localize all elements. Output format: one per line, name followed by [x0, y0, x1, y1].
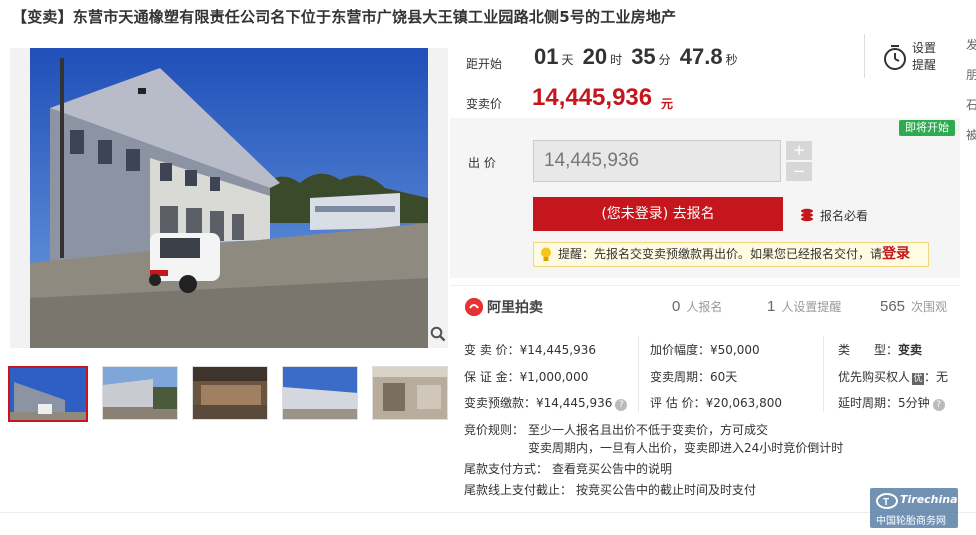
help-icon[interactable]: ?: [615, 399, 628, 411]
info-priority-label: 优先购买权人: [838, 370, 911, 384]
login-tip: 提醒：先报名交变卖预缴款再出价。如果您已经报名交付，请登录: [533, 242, 929, 267]
countdown-timer: 01 天 20 时 35 分 47.8 秒: [534, 44, 742, 70]
view-count-value: 565: [880, 298, 906, 315]
info-appraisal: 评 估 价：¥20,063,800: [650, 396, 782, 410]
info-delay: 延时周期：5分钟?: [838, 394, 945, 411]
alibaba-auction-logo-icon: [465, 298, 483, 316]
tip-text: 提醒：先报名交变卖预缴款再出价。如果您已经报名交付，请: [558, 247, 883, 261]
login-link[interactable]: 登录: [882, 246, 910, 262]
info-type: 类 型：变卖: [838, 341, 922, 358]
countdown-days-unit: 天: [561, 53, 574, 67]
divider: [864, 34, 865, 78]
zoom-icon[interactable]: [430, 326, 446, 342]
info-priority-value: ：无: [924, 370, 949, 384]
view-count-label: 次围观: [911, 300, 948, 314]
tirechina-logo-icon: T: [876, 492, 898, 510]
coins-icon: [800, 208, 816, 222]
reminder-label: 设置 提醒: [912, 40, 936, 74]
info-deposit: 保 证 金：¥1,000,000: [464, 370, 589, 384]
lightbulb-icon: [540, 247, 552, 262]
payment-deadline: 尾款线上支付截止： 按竞买公告中的截止时间及时支付: [464, 481, 756, 498]
divider: [450, 285, 960, 286]
edge-char: 朋: [966, 68, 976, 82]
thumbnail-3[interactable]: [192, 366, 268, 420]
countdown-seconds: 47.8: [679, 44, 723, 69]
payment-deadline-label: 尾款线上支付截止：: [464, 483, 573, 497]
signup-count-label: 人报名: [686, 300, 723, 314]
divider: [0, 512, 976, 513]
alibaba-auction-brand: 阿里拍卖: [465, 297, 543, 317]
reminder-count-value: 1: [767, 298, 776, 315]
rule-line-2: 变卖周期内，一旦有人出价，变卖即进入24小时竞价倒计时: [528, 441, 844, 455]
bid-label: 出 价: [468, 156, 496, 170]
reminder-line-2: 提醒: [912, 58, 937, 72]
info-type-label: 类 型：: [838, 343, 899, 357]
must-read-link[interactable]: 报名必看: [800, 207, 868, 224]
decrease-bid-button[interactable]: −: [786, 162, 812, 181]
payment-method-value[interactable]: 查看竞买公告中的说明: [552, 462, 672, 476]
reminder-count: 1 人设置提醒: [767, 298, 841, 315]
edge-char: 石: [966, 98, 976, 112]
status-badge: 即将开始: [899, 120, 955, 136]
help-icon[interactable]: ?: [932, 399, 945, 411]
auction-page: 【变卖】东营市天通橡塑有限责任公司名下位于东营市广饶县大王镇工业园路北侧5号的工…: [0, 0, 976, 535]
price-label: 变卖价: [466, 97, 503, 111]
watermark-line-1: Tirechina: [900, 493, 958, 506]
divider: [823, 336, 824, 412]
edge-char: 发: [966, 38, 976, 52]
thumbnail-2[interactable]: [102, 366, 178, 420]
payment-method: 尾款支付方式： 查看竞买公告中的说明: [464, 460, 672, 477]
bid-amount-input[interactable]: 14,445,936: [533, 140, 781, 182]
rule-line-1: 至少一人报名且出价不低于变卖价，方可成交: [528, 423, 769, 437]
countdown-seconds-unit: 秒: [725, 53, 738, 67]
info-delay-text: 延时周期：5分钟: [838, 396, 930, 410]
countdown-days: 01: [534, 44, 559, 69]
set-reminder-button[interactable]: 设置 提醒: [880, 40, 960, 80]
main-property-photo[interactable]: [10, 48, 448, 348]
view-count: 565 次围观: [880, 298, 947, 315]
countdown-minutes-unit: 分: [658, 53, 671, 67]
factory-photo: [10, 48, 448, 348]
thumbnail-4[interactable]: [282, 366, 358, 420]
info-prepayment: 变卖预缴款：¥14,445,936?: [464, 394, 628, 411]
info-period: 变卖周期：60天: [650, 370, 738, 384]
alarm-clock-icon: [884, 45, 906, 70]
right-edge-clipped-text: 发 朋 石 被: [966, 30, 976, 150]
rule-label: 竞价规则：: [464, 423, 525, 437]
countdown-label: 距开始: [466, 57, 503, 71]
info-priority-buyer: 优先购买权人优：无: [838, 368, 948, 385]
info-increment: 加价幅度：¥50,000: [650, 343, 760, 357]
reminder-count-label: 人设置提醒: [781, 300, 842, 314]
signup-button[interactable]: (您未登录) 去报名: [533, 197, 783, 231]
price-unit: 元: [661, 97, 674, 111]
edge-char: 被: [966, 128, 976, 142]
countdown-hours: 20: [582, 44, 608, 69]
priority-badge-icon: 优: [912, 373, 925, 385]
countdown-hours-unit: 时: [610, 53, 623, 67]
thumbnail-5[interactable]: [372, 366, 448, 420]
signup-count: 0 人报名: [672, 298, 722, 315]
payment-deadline-value: 按竞买公告中的截止时间及时支付: [576, 483, 757, 497]
info-sale-price: 变 卖 价：¥14,445,936: [464, 343, 596, 357]
current-price: 14,445,936: [532, 84, 653, 111]
thumbnail-1[interactable]: [8, 366, 88, 422]
divider: [638, 336, 639, 412]
must-read-label: 报名必看: [820, 209, 869, 223]
watermark: T Tirechina 中国轮胎商务网: [870, 488, 958, 528]
watermark-line-2: 中国轮胎商务网: [876, 516, 946, 527]
reminder-line-1: 设置: [912, 41, 937, 55]
brand-name: 阿里拍卖: [487, 300, 543, 316]
info-type-value: 变卖: [898, 343, 923, 357]
page-title: 【变卖】东营市天通橡塑有限责任公司名下位于东营市广饶县大王镇工业园路北侧5号的工…: [12, 8, 677, 26]
signup-count-value: 0: [672, 298, 681, 315]
payment-method-label: 尾款支付方式：: [464, 462, 549, 476]
increase-bid-button[interactable]: +: [786, 141, 812, 160]
svg-text:T: T: [883, 497, 889, 508]
info-prepayment-text: 变卖预缴款：¥14,445,936: [464, 396, 613, 410]
countdown-minutes: 35: [631, 44, 656, 69]
